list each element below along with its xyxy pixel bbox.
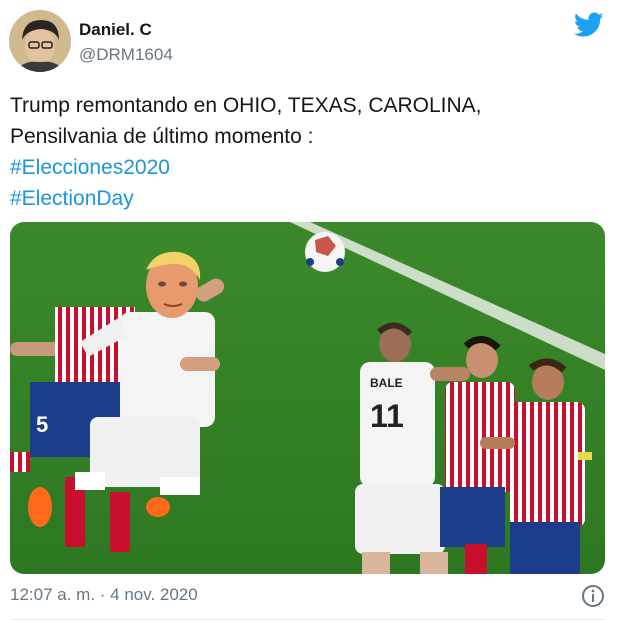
ball-icon [305,232,345,272]
tweet-timestamp[interactable]: 12:07 a. m. · 4 nov. 2020 [10,585,198,605]
football-match-photo: 5 BALE 11 [10,222,605,574]
info-icon[interactable] [581,584,605,608]
author-avatar[interactable] [9,10,71,72]
tweet-text-line: Trump remontando en OHIO, TEXAS, CAROLIN… [10,94,482,117]
jersey-name: BALE [370,376,403,390]
tweet-text: Trump remontando en OHIO, TEXAS, CAROLIN… [10,90,600,214]
jersey-number: 11 [370,398,404,434]
divider [10,619,606,620]
tweet-photo[interactable]: 5 BALE 11 [10,222,605,574]
jersey-number: 5 [36,412,48,437]
author-name[interactable]: Daniel. C [79,20,152,40]
hashtag-link[interactable]: #Elecciones2020 [10,152,600,183]
tweet-text-line: Pensilvania de último momento : [10,125,314,148]
hashtag-link[interactable]: #ElectionDay [10,183,600,214]
avatar-image [9,10,71,72]
author-handle[interactable]: @DRM1604 [79,45,173,65]
twitter-bird-icon[interactable] [573,12,604,38]
